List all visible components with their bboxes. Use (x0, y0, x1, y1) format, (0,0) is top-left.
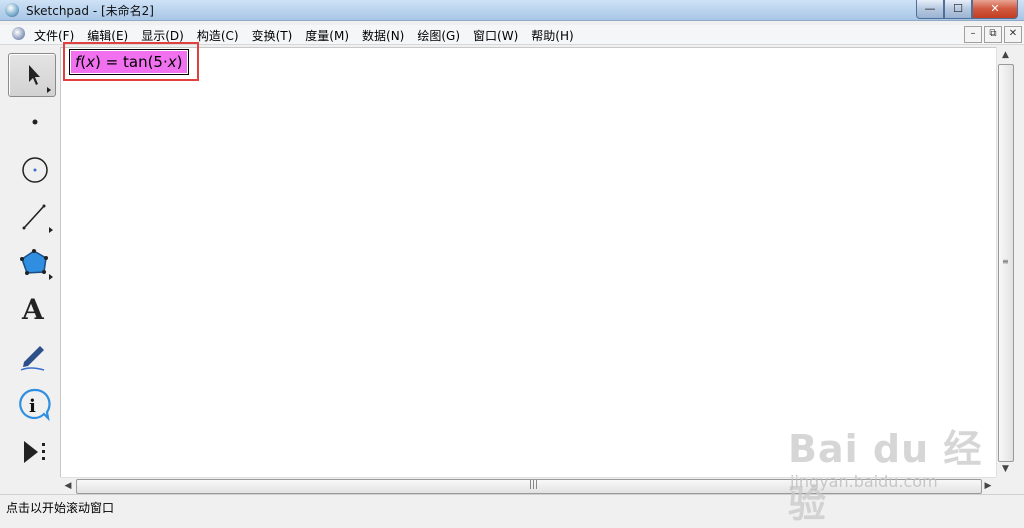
text-a-icon: A (22, 293, 44, 326)
window-title: Sketchpad - [未命名2] (26, 4, 154, 18)
function-variable: x (86, 53, 96, 71)
menu-measure[interactable]: 度量(M) (305, 27, 356, 44)
document-minimize-button[interactable]: – (964, 26, 982, 43)
compass-tool[interactable] (8, 148, 54, 190)
svg-text:i: i (29, 396, 36, 417)
point-tool[interactable] (8, 101, 54, 143)
function-label[interactable]: f(x) = tan(5·x) (69, 49, 189, 75)
menu-graph[interactable]: 绘图(G) (417, 27, 467, 44)
document-restore-button[interactable]: ⧉ (984, 26, 1002, 43)
vertical-scroll-thumb[interactable]: ≡ (998, 64, 1014, 462)
information-icon: i (19, 388, 51, 422)
marker-tool[interactable] (8, 336, 54, 378)
status-text: 点击以开始滚动窗口 (6, 501, 115, 515)
sketchpad-app-icon[interactable] (5, 3, 19, 17)
arrow-icon (29, 65, 51, 93)
document-icon[interactable] (12, 27, 25, 40)
function-expression: = tan(5· (100, 53, 168, 71)
toolbox: A i (4, 47, 58, 491)
maximize-button[interactable]: ☐ (944, 0, 972, 19)
text-tool[interactable]: A (8, 289, 54, 331)
scroll-left-arrow-icon[interactable]: ◀ (60, 478, 76, 494)
information-tool[interactable]: i (8, 383, 54, 425)
close-button[interactable]: ✕ (972, 0, 1018, 19)
function-expression-variable: x (167, 53, 177, 71)
grip-icon: ≡ (1002, 257, 1009, 266)
menu-help[interactable]: 帮助(H) (531, 27, 580, 44)
function-expression-end: ) (176, 53, 183, 71)
menu-construct[interactable]: 构造(C) (197, 27, 246, 44)
menu-window[interactable]: 窗口(W) (473, 27, 525, 44)
scroll-down-arrow-icon[interactable]: ▼ (997, 461, 1014, 477)
scrollbar-corner (996, 477, 1014, 493)
menu-transform[interactable]: 变换(T) (252, 27, 300, 44)
arrow-select-tool[interactable] (8, 53, 56, 97)
polygon-icon (20, 249, 53, 280)
grip-icon: ||| (529, 480, 539, 490)
menu-number[interactable]: 数据(N) (362, 27, 411, 44)
watermark-url: jingyan.baidu.com (790, 472, 938, 491)
window-caption-buttons: — ☐ ✕ (916, 0, 1018, 19)
document-close-button[interactable]: ✕ (1004, 26, 1022, 43)
point-icon (32, 119, 38, 125)
vertical-scrollbar[interactable]: ▲ ≡ ▼ (996, 47, 1014, 477)
watermark: Bai du 经验 jingyan.baidu.com (788, 404, 988, 526)
minimize-button[interactable]: — (916, 0, 944, 19)
compass-icon (22, 157, 48, 183)
polygon-tool[interactable] (8, 242, 54, 284)
title-bar: Sketchpad - [未命名2] — ☐ ✕ (0, 0, 1024, 21)
custom-tool[interactable] (8, 430, 54, 472)
document-window-buttons: – ⧉ ✕ (964, 26, 1022, 43)
scroll-up-arrow-icon[interactable]: ▲ (997, 47, 1014, 63)
straightedge-icon (22, 204, 53, 233)
straightedge-tool[interactable] (8, 195, 54, 237)
custom-tools-play-icon (24, 441, 45, 463)
marker-pen-icon (20, 346, 45, 371)
